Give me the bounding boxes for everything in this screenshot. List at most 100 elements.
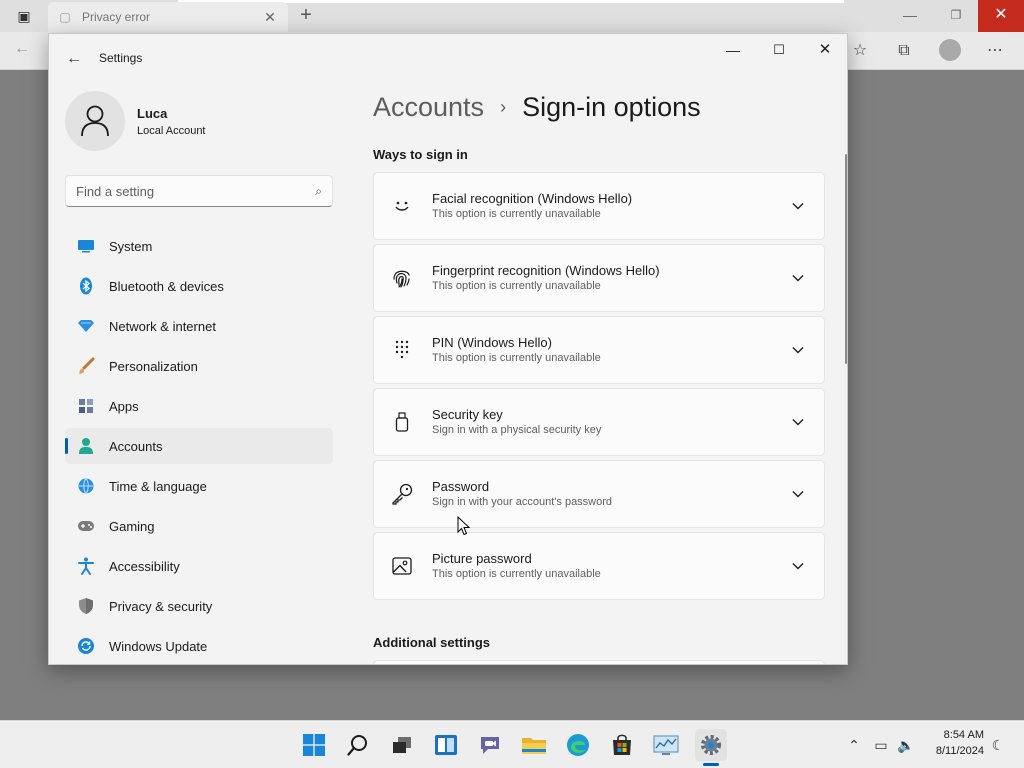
widgets-icon bbox=[435, 735, 457, 755]
profile-name: Luca bbox=[137, 106, 168, 121]
browser-minimize-button[interactable]: — bbox=[888, 2, 932, 30]
sidebar-item-apps[interactable]: Apps bbox=[65, 388, 333, 424]
widgets-button[interactable] bbox=[430, 729, 462, 761]
brush-icon bbox=[77, 357, 95, 375]
active-app-indicator bbox=[703, 763, 719, 766]
tab-actions-icon[interactable]: ▣ bbox=[8, 6, 40, 26]
search-icon[interactable]: ⌕ bbox=[315, 184, 322, 199]
browser-tab-title: Privacy error bbox=[82, 10, 151, 24]
section-title-additional-settings: Additional settings bbox=[373, 635, 490, 650]
edge-browser-button[interactable] bbox=[562, 729, 594, 761]
option-subtitle: Sign in with a physical security key bbox=[432, 424, 602, 436]
option-fingerprint-recognition[interactable]: Fingerprint recognition (Windows Hello) … bbox=[373, 244, 825, 312]
option-subtitle: This option is currently unavailable bbox=[432, 280, 601, 292]
performance-monitor-button[interactable] bbox=[650, 729, 682, 761]
sidebar-item-network[interactable]: Network & internet bbox=[65, 308, 333, 344]
sidebar-item-label: System bbox=[109, 238, 153, 254]
task-view-button[interactable] bbox=[386, 729, 418, 761]
option-security-key[interactable]: Security key Sign in with a physical sec… bbox=[373, 388, 825, 456]
search-icon bbox=[347, 735, 367, 756]
close-tab-icon[interactable]: ✕ bbox=[262, 9, 278, 26]
folder-icon bbox=[522, 738, 546, 754]
usb-key-icon bbox=[390, 410, 414, 434]
store-bag-icon bbox=[613, 734, 631, 755]
network-icon[interactable]: ▭ bbox=[871, 735, 891, 755]
option-subtitle: This option is currently unavailable bbox=[432, 568, 601, 580]
clock-time[interactable]: 8:54 AM bbox=[926, 729, 984, 741]
browser-close-button[interactable]: ✕ bbox=[978, 0, 1024, 32]
option-picture-password[interactable]: Picture password This option is currentl… bbox=[373, 532, 825, 600]
windows-logo-icon bbox=[303, 734, 325, 756]
file-explorer-button[interactable] bbox=[518, 729, 550, 761]
browser-profile-avatar[interactable] bbox=[939, 39, 961, 61]
fingerprint-icon bbox=[390, 266, 414, 290]
sidebar-item-gaming[interactable]: Gaming bbox=[65, 508, 333, 544]
taskbar-search-button[interactable] bbox=[342, 729, 374, 761]
person-outline-icon bbox=[81, 105, 109, 137]
option-subtitle: This option is currently unavailable bbox=[432, 208, 601, 220]
browser-back-icon[interactable]: ← bbox=[14, 40, 30, 58]
option-facial-recognition[interactable]: Facial recognition (Windows Hello) This … bbox=[373, 172, 825, 240]
favorites-star-icon[interactable]: ☆ bbox=[849, 40, 871, 62]
clock-date[interactable]: 8/11/2024 bbox=[926, 745, 984, 757]
sidebar-item-label: Accessibility bbox=[109, 558, 180, 574]
scrollbar[interactable] bbox=[845, 154, 847, 364]
page-title: Sign-in options bbox=[522, 92, 701, 122]
search-input[interactable] bbox=[76, 183, 316, 199]
browser-restore-button[interactable]: ❐ bbox=[934, 2, 978, 30]
chevron-down-icon[interactable] bbox=[786, 266, 810, 290]
sidebar-item-bluetooth[interactable]: Bluetooth & devices bbox=[65, 268, 333, 304]
new-tab-button[interactable]: + bbox=[294, 4, 318, 28]
collections-icon[interactable]: ⧉ bbox=[893, 40, 915, 62]
sidebar-item-personalization[interactable]: Personalization bbox=[65, 348, 333, 384]
sidebar-item-windows-update[interactable]: Windows Update bbox=[65, 628, 333, 664]
edge-icon bbox=[567, 734, 589, 756]
browser-tab[interactable]: ▢ Privacy error ✕ bbox=[48, 2, 288, 32]
show-hidden-icons-chevron-up-icon[interactable]: ⌃ bbox=[844, 735, 864, 755]
wifi-diamond-icon bbox=[77, 317, 95, 335]
apps-icon bbox=[77, 397, 95, 415]
monitor-icon bbox=[77, 237, 95, 255]
breadcrumb-parent[interactable]: Accounts bbox=[373, 92, 484, 123]
window-title: Settings bbox=[99, 51, 143, 65]
sidebar-item-accessibility[interactable]: Accessibility bbox=[65, 548, 333, 584]
chevron-down-icon[interactable] bbox=[786, 482, 810, 506]
sidebar-item-time-language[interactable]: Time & language bbox=[65, 468, 333, 504]
chevron-down-icon[interactable] bbox=[786, 338, 810, 362]
sidebar-item-label: Network & internet bbox=[109, 318, 216, 334]
page-icon: ▢ bbox=[59, 10, 71, 24]
store-button[interactable] bbox=[606, 729, 638, 761]
sidebar-item-privacy-security[interactable]: Privacy & security bbox=[65, 588, 333, 624]
settings-app-button[interactable] bbox=[695, 729, 727, 761]
volume-icon[interactable]: 🔈 bbox=[896, 735, 916, 755]
chevron-down-icon[interactable] bbox=[786, 410, 810, 434]
option-password[interactable]: Password Sign in with your account's pas… bbox=[373, 460, 825, 528]
breadcrumb: Accounts › Sign-in options bbox=[373, 92, 701, 123]
chat-button[interactable] bbox=[474, 729, 506, 761]
accessibility-icon bbox=[77, 557, 95, 575]
sidebar-item-label: Gaming bbox=[109, 518, 155, 534]
avatar[interactable] bbox=[65, 91, 125, 151]
chevron-down-icon[interactable] bbox=[786, 194, 810, 218]
start-button[interactable] bbox=[298, 729, 330, 761]
focus-assist-moon-icon[interactable]: ☾ bbox=[988, 735, 1008, 755]
picture-icon bbox=[390, 554, 414, 578]
sidebar-item-accounts[interactable]: Accounts bbox=[65, 428, 333, 464]
teams-chat-icon bbox=[481, 737, 499, 754]
option-subtitle: Sign in with your account's password bbox=[432, 496, 613, 508]
additional-settings-card[interactable] bbox=[373, 660, 825, 664]
option-pin[interactable]: PIN (Windows Hello) This option is curre… bbox=[373, 316, 825, 384]
breadcrumb-separator-icon: › bbox=[500, 97, 507, 117]
profile-account-type: Local Account bbox=[137, 125, 206, 137]
update-icon bbox=[77, 637, 95, 655]
chevron-down-icon[interactable] bbox=[786, 554, 810, 578]
sidebar-item-system[interactable]: System bbox=[65, 228, 333, 264]
back-arrow-icon[interactable]: ← bbox=[63, 48, 85, 70]
sidebar-item-label: Time & language bbox=[109, 478, 207, 494]
more-menu-icon[interactable]: ⋯ bbox=[984, 40, 1006, 62]
option-title: Security key bbox=[432, 407, 503, 422]
mouse-cursor-icon bbox=[457, 516, 471, 536]
pin-keypad-icon bbox=[390, 338, 414, 362]
sign-in-options-list: Facial recognition (Windows Hello) This … bbox=[373, 172, 825, 604]
search-box[interactable]: ⌕ bbox=[65, 175, 333, 207]
